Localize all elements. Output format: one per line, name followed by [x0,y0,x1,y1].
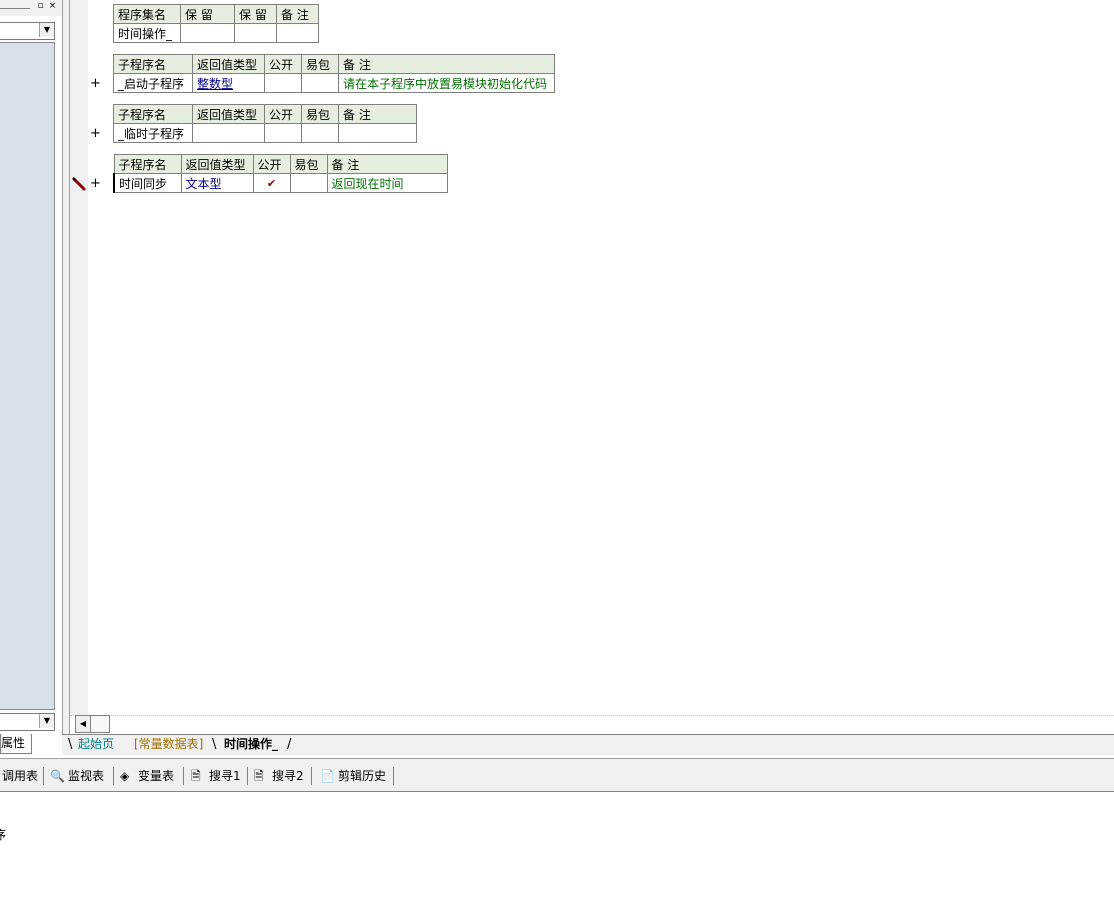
sub-note-cell[interactable] [338,123,417,143]
sub-header-return-type: 返回值类型 [180,154,254,174]
search-doc-icon: 🗎 [191,769,201,783]
expand-button[interactable]: + [90,76,101,91]
sub-return-type-cell[interactable] [192,123,265,143]
output-line: 序 [0,828,7,842]
sub-header-note: 备 注 [338,54,555,74]
module-note-cell[interactable] [276,23,319,43]
search1-label: 搜寻1 [209,769,241,783]
watch-button[interactable]: 🔍 监视表 [50,768,104,784]
clip-history-label: 剪辑历史 [338,769,387,783]
module-name-cell[interactable]: 时间操作_ [113,23,181,43]
sub-header-name: 子程序名 [113,154,182,174]
module-reserved-cell-2[interactable] [234,23,277,43]
sub-header-public: 公开 [264,54,302,74]
subroutine-table: 子程序名 返回值类型 公开 易包 备 注 时间同步 文本型 ✔ 返回现在时间 [113,154,448,193]
module-header-note: 备 注 [276,4,319,24]
sub-public-cell[interactable] [264,73,302,93]
expand-button[interactable]: + [90,126,101,141]
scrollbar-thumb[interactable] [90,715,110,733]
pencil-icon [72,177,86,191]
sub-header-return-type: 返回值类型 [192,54,265,74]
sub-public-cell[interactable] [264,123,302,143]
divider [247,767,248,785]
sub-header-note: 备 注 [338,104,417,124]
module-header-reserved-1: 保 留 [180,4,235,24]
left-panel-combo[interactable]: ▼ [0,22,55,40]
tab-time-ops[interactable]: 时间操作_ [218,736,284,753]
restore-icon[interactable]: ▫ [35,1,46,12]
variables-icon: ◈ [120,769,130,783]
clipboard-icon: 📄 [320,769,335,783]
divider [43,767,44,785]
module-table: 程序集名 保 留 保 留 备 注 时间操作_ [113,4,319,43]
subroutine-table: 子程序名 返回值类型 公开 易包 备 注 _临时子程序 [113,104,417,143]
tab-separator: / [287,737,292,752]
sub-header-note: 备 注 [326,154,448,174]
divider [113,767,114,785]
close-icon[interactable]: × [47,1,58,12]
output-panel[interactable]: 序 [0,792,1114,915]
sub-header-name: 子程序名 [113,104,193,124]
title-bar-line [0,8,30,9]
tab-separator: \ [212,737,217,752]
tab-start-page[interactable]: 起始页 [72,736,120,753]
module-header-name: 程序集名 [113,4,181,24]
chevron-down-icon[interactable]: ▼ [39,714,54,728]
divider [393,767,394,785]
left-panel-bottom-combo[interactable]: ▼ [0,713,55,731]
sub-header-name: 子程序名 [113,54,193,74]
subroutine-table: 子程序名 返回值类型 公开 易包 备 注 _启动子程序 整数型 请在本子程序中放… [113,54,555,93]
watch-label: 监视表 [68,769,105,783]
expand-button[interactable]: + [90,176,101,191]
tab-constants[interactable]: [常量数据表] [128,736,209,753]
sub-easy-pack-cell[interactable] [289,173,328,193]
sub-note-cell[interactable]: 请在本子程序中放置易模块初始化代码 [338,73,555,93]
clip-history-button[interactable]: 📄 剪辑历史 [320,768,386,784]
vars-button[interactable]: ◈ 变量表 [120,768,174,784]
scroll-left-icon[interactable]: ◀ [75,715,91,733]
sub-easy-pack-cell[interactable] [301,123,339,143]
editor-gutter [70,0,88,715]
horizontal-scrollbar[interactable] [70,715,1114,734]
search2-button[interactable]: 🗎 搜寻2 [254,768,304,784]
panel-splitter[interactable] [62,0,70,735]
sub-name-cell[interactable]: 时间同步 [113,173,182,193]
tab-properties[interactable]: 属性 [0,734,32,754]
sub-header-public: 公开 [264,104,302,124]
divider [183,767,184,785]
sub-header-public: 公开 [252,154,291,174]
sub-header-easy-pack: 易包 [301,54,339,74]
document-tabs: \ 起始页 [常量数据表] \ 时间操作_ / [62,734,1114,755]
check-icon[interactable]: ✔ [252,173,291,193]
bottom-toolbar: 调用表 🔍 监视表 ◈ 变量表 🗎 搜寻1 🗎 搜寻2 📄 剪辑历史 [0,758,1114,793]
sub-name-cell[interactable]: _启动子程序 [113,73,193,93]
left-panel-list[interactable] [0,42,55,710]
divider [311,767,312,785]
chevron-down-icon[interactable]: ▼ [39,23,54,37]
sub-return-type-cell[interactable]: 文本型 [180,173,254,193]
sub-note-cell[interactable]: 返回现在时间 [326,173,448,193]
magnifier-icon: 🔍 [50,769,65,783]
sub-return-type-cell[interactable]: 整数型 [192,73,265,93]
module-header-reserved-2: 保 留 [234,4,277,24]
vars-label: 变量表 [138,769,175,783]
module-reserved-cell-1[interactable] [180,23,235,43]
search1-button[interactable]: 🗎 搜寻1 [191,768,241,784]
call-table-button[interactable]: 调用表 [2,768,38,784]
sub-header-easy-pack: 易包 [289,154,328,174]
search-doc-icon: 🗎 [254,769,264,783]
sub-name-cell[interactable]: _临时子程序 [113,123,193,143]
sub-header-easy-pack: 易包 [301,104,339,124]
search2-label: 搜寻2 [272,769,304,783]
sub-easy-pack-cell[interactable] [301,73,339,93]
sub-header-return-type: 返回值类型 [192,104,265,124]
